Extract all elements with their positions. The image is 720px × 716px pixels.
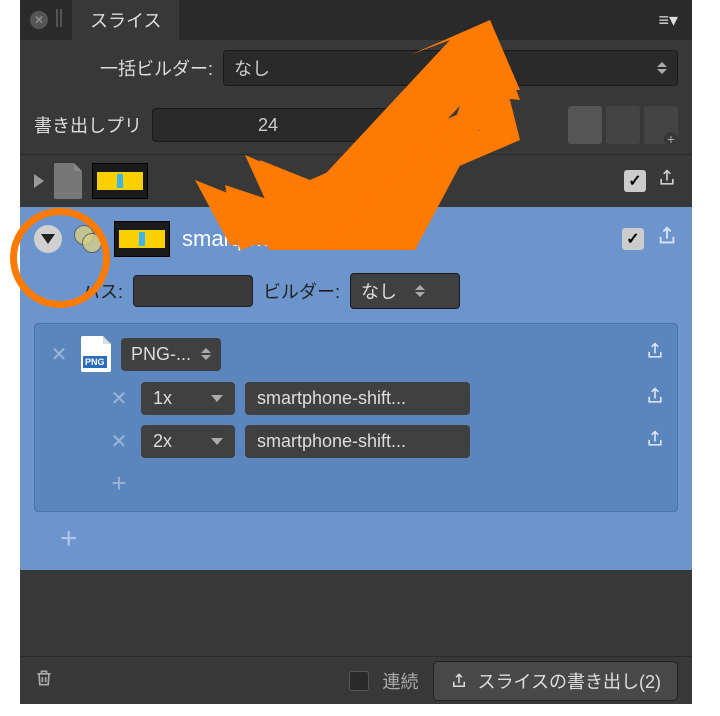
- path-input[interactable]: [133, 275, 253, 307]
- builder-select[interactable]: なし: [350, 273, 460, 309]
- builder-label: ビルダー:: [263, 278, 340, 304]
- panel-menu-icon[interactable]: ≡▾: [658, 10, 678, 31]
- export-button-label: スライスの書き出し(2): [478, 668, 661, 694]
- selected-slice-area: smartphone-shift ✓ パス: ビルダー: なし ✕ PNG PN…: [20, 207, 692, 570]
- export-preset-label: 書き出しプリ: [34, 112, 142, 138]
- export-preset-select[interactable]: 24: [152, 108, 402, 142]
- png-file-icon: PNG: [81, 336, 111, 372]
- format-select[interactable]: PNG-...: [121, 338, 221, 371]
- disclosure-icon[interactable]: [34, 174, 44, 188]
- add-scale-icon[interactable]: +: [107, 468, 131, 499]
- selected-slice-thumb: [114, 221, 170, 257]
- scale-1-value: 1x: [153, 388, 172, 409]
- tab-bar: ✕ スライス ≡▾: [20, 0, 692, 40]
- add-format-icon[interactable]: +: [34, 522, 678, 556]
- filename-1-field[interactable]: smartphone-shift...: [245, 382, 470, 415]
- export-preset-value: 24: [258, 115, 278, 136]
- continuous-label: 連続: [383, 668, 419, 694]
- slice-thumb: [92, 163, 148, 199]
- filename-2-field[interactable]: smartphone-shift...: [245, 425, 470, 458]
- path-label: パス:: [82, 278, 123, 304]
- remove-scale-1-icon[interactable]: ✕: [107, 386, 131, 411]
- format-row: ✕ PNG PNG-...: [47, 336, 665, 372]
- builder-value: なし: [361, 278, 397, 304]
- format-value: PNG-...: [131, 344, 191, 365]
- selected-export-icon[interactable]: [656, 225, 678, 253]
- export-formats-box: ✕ PNG PNG-... ✕ 1x smartphone-shift...: [34, 323, 678, 512]
- preset-icon-2[interactable]: [606, 106, 640, 144]
- close-panel-button[interactable]: ✕: [30, 11, 48, 29]
- batch-builder-select[interactable]: なし: [223, 50, 678, 86]
- tab-slices[interactable]: スライス: [72, 0, 179, 41]
- path-builder-row: パス: ビルダー: なし: [34, 273, 678, 309]
- scale-2-value: 2x: [153, 431, 172, 452]
- scale-1-export-icon[interactable]: [645, 386, 665, 412]
- scale-row-1: ✕ 1x smartphone-shift...: [47, 382, 665, 415]
- scale-row-2: ✕ 2x smartphone-shift...: [47, 425, 665, 458]
- slices-panel: ✕ スライス ≡▾ 一括ビルダー: なし 書き出しプリ 24 ✓: [20, 0, 692, 704]
- page-thumb-icon: [54, 163, 82, 199]
- add-scale-row[interactable]: +: [47, 468, 665, 499]
- batch-builder-row: 一括ビルダー: なし: [20, 40, 692, 96]
- disclosure-open-icon[interactable]: [34, 225, 62, 253]
- scale-1-select[interactable]: 1x: [141, 382, 235, 415]
- preset-icon-1[interactable]: [568, 106, 602, 144]
- remove-format-icon[interactable]: ✕: [47, 342, 71, 367]
- visible-checkbox[interactable]: ✓: [624, 170, 646, 192]
- remove-scale-2-icon[interactable]: ✕: [107, 429, 131, 454]
- panel-footer: 連続 スライスの書き出し(2): [20, 656, 692, 704]
- selected-slice-header[interactable]: smartphone-shift ✓: [34, 221, 678, 257]
- selected-visible-checkbox[interactable]: ✓: [622, 228, 644, 250]
- trash-icon[interactable]: [34, 667, 54, 695]
- export-icon[interactable]: [656, 168, 678, 194]
- shape-intersect-icon: [74, 225, 102, 253]
- continuous-checkbox[interactable]: [349, 671, 369, 691]
- batch-builder-label: 一括ビルダー:: [100, 55, 213, 81]
- slice-name: smartphone-shift: [182, 226, 610, 252]
- layer-row-1[interactable]: ✓: [20, 154, 692, 207]
- scale-2-select[interactable]: 2x: [141, 425, 235, 458]
- drag-handle[interactable]: [56, 9, 64, 32]
- scale-2-export-icon[interactable]: [645, 429, 665, 455]
- export-preset-row: 書き出しプリ 24: [20, 96, 692, 154]
- batch-builder-value: なし: [234, 55, 270, 81]
- export-slices-button[interactable]: スライスの書き出し(2): [433, 661, 678, 701]
- preset-add-button[interactable]: [644, 106, 678, 144]
- format-export-icon[interactable]: [645, 341, 665, 367]
